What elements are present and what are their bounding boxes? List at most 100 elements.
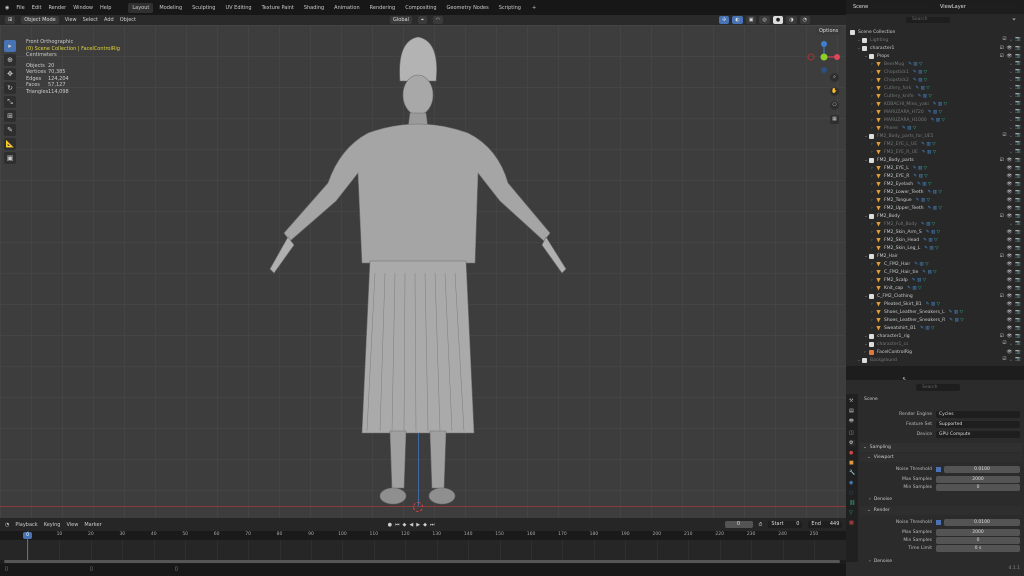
overlay-toggle-icon[interactable]: ◐ — [732, 16, 743, 24]
visibility-eye-icon[interactable]: 👁 — [1007, 318, 1013, 323]
exclude-checkbox[interactable]: ☑ — [1000, 254, 1004, 259]
menu-file[interactable]: File — [16, 5, 24, 11]
outliner-item[interactable]: › Knit_cap ✎ ▥ ▽ 👁 📷 — [846, 284, 1024, 292]
render-camera-icon[interactable]: 📷 — [1015, 54, 1021, 59]
gizmo-neg-z-axis[interactable] — [821, 67, 827, 73]
visibility-eye-icon[interactable]: 👁 — [1007, 270, 1013, 275]
expand-arrow-icon[interactable]: › — [871, 278, 876, 283]
particles-tab-icon[interactable]: ◉ — [849, 480, 855, 486]
playhead[interactable]: 0 — [23, 532, 32, 539]
visibility-eye-icon[interactable]: 👁 — [1007, 206, 1013, 211]
visibility-eye-icon[interactable]: ⌣ — [1009, 149, 1012, 155]
render-camera-icon[interactable]: 📷 — [1015, 310, 1021, 315]
visibility-eye-icon[interactable]: ⌣ — [1009, 85, 1012, 91]
object-tab-icon[interactable]: ■ — [849, 460, 855, 466]
menu-edit[interactable]: Edit — [32, 5, 42, 11]
view-menu[interactable]: View — [65, 17, 77, 23]
proportional-edit-icon[interactable]: ◠ — [432, 16, 444, 24]
visibility-eye-icon[interactable]: 👁 — [1007, 190, 1013, 195]
expand-arrow-icon[interactable]: › — [871, 94, 876, 99]
visibility-eye-icon[interactable]: 👁 — [1007, 174, 1013, 179]
outliner-item[interactable]: ⌄ C_FM2_Clothing ☑ 👁 📷 — [846, 292, 1024, 300]
visibility-eye-icon[interactable]: ⌣ — [1009, 109, 1012, 115]
render-camera-icon[interactable]: 📷 — [1015, 182, 1021, 187]
move-tool-icon[interactable]: ✥ — [4, 68, 16, 80]
render-camera-icon[interactable]: 📷 — [1015, 61, 1021, 67]
output-tab-icon[interactable]: 🖶 — [849, 418, 855, 426]
mode-dropdown[interactable]: Object Mode — [21, 16, 59, 24]
expand-arrow-icon[interactable]: › — [871, 270, 876, 275]
workspace-tab-texture-paint[interactable]: Texture Paint — [258, 3, 298, 13]
outliner-item[interactable]: › FM2_Skin_Head ✎ ▥ ▽ 👁 📷 — [846, 236, 1024, 244]
render-camera-icon[interactable]: 📷 — [1015, 190, 1021, 195]
select-box-tool-icon[interactable]: ▸ — [4, 40, 16, 52]
expand-arrow-icon[interactable]: › — [871, 62, 876, 67]
expand-arrow-icon[interactable]: › — [871, 310, 876, 315]
render-camera-icon[interactable]: 📷 — [1015, 286, 1021, 291]
properties-editor[interactable]: Search ⚒ ▤ 🖶 ◫ ⚙ ● ■ 🔧 ◉ ◌ ⛓ ▽ ▩ Scene R… — [846, 380, 1024, 576]
select-menu[interactable]: Select — [83, 17, 98, 23]
exclude-checkbox[interactable]: ☑ — [1002, 133, 1006, 139]
visibility-eye-icon[interactable]: ⌣ — [1009, 125, 1012, 131]
visibility-eye-icon[interactable]: 👁 — [1007, 238, 1013, 243]
outliner-item[interactable]: ⌄ FM2_Body_parts ☑ 👁 📷 — [846, 156, 1024, 164]
render-camera-icon[interactable]: 📷 — [1015, 109, 1021, 115]
3d-viewport[interactable]: Options ⌕ ✋ ⎔ ▦ — [0, 25, 846, 518]
zoom-icon[interactable]: ⌕ — [830, 73, 839, 82]
render-camera-icon[interactable]: 📷 — [1015, 206, 1021, 211]
workspace-tab-uv-editing[interactable]: UV Editing — [221, 3, 255, 13]
gizmo-neg-x-axis[interactable] — [807, 53, 815, 61]
expand-arrow-icon[interactable]: › — [871, 102, 876, 107]
outliner-item[interactable]: › FM2_Full_Body ✎ ▥ ▽ ⌣ 📷 — [846, 220, 1024, 228]
modifier-tab-icon[interactable]: 🔧 — [849, 470, 855, 476]
visibility-eye-icon[interactable]: ⌣ — [1009, 117, 1012, 123]
render-camera-icon[interactable]: 📷 — [1015, 302, 1021, 307]
perspective-toggle-icon[interactable]: ▦ — [830, 115, 839, 124]
prev-keyframe-icon[interactable]: ◆ — [403, 522, 407, 528]
expand-arrow-icon[interactable]: › — [871, 78, 876, 83]
physics-tab-icon[interactable]: ◌ — [849, 490, 855, 496]
expand-arrow-icon[interactable]: › — [871, 86, 876, 91]
measure-tool-icon[interactable]: 📐 — [4, 138, 16, 150]
expand-arrow-icon[interactable]: › — [871, 150, 876, 155]
sampling-panel-header[interactable]: ⌄ Sampling — [860, 443, 1022, 452]
render-camera-icon[interactable]: 📷 — [1015, 357, 1021, 363]
outliner-item[interactable]: ⌄ FM2_Hair ☑ 👁 📷 — [846, 252, 1024, 260]
outliner-item[interactable]: Scene Collection — [846, 28, 1024, 36]
keying-menu[interactable]: Keying — [44, 522, 61, 528]
expand-arrow-icon[interactable]: › — [871, 262, 876, 267]
visibility-eye-icon[interactable]: ⌣ — [1009, 37, 1012, 43]
render-camera-icon[interactable]: 📷 — [1015, 230, 1021, 235]
render-camera-icon[interactable]: 📷 — [1015, 133, 1021, 139]
filter-icon[interactable]: ⏷ — [1012, 17, 1016, 23]
expand-arrow-icon[interactable]: › — [871, 206, 876, 211]
add-workspace-button[interactable]: + — [532, 5, 536, 11]
expand-arrow-icon[interactable]: › — [871, 318, 876, 323]
render-camera-icon[interactable]: 📷 — [1015, 77, 1021, 83]
material-shading-icon[interactable]: ◑ — [786, 16, 797, 24]
expand-arrow-icon[interactable]: › — [871, 246, 876, 251]
expand-arrow-icon[interactable]: › — [871, 222, 876, 227]
outliner-item[interactable]: › FM2_Scalp ✎ ▥ ▽ 👁 📷 — [846, 276, 1024, 284]
render-max-samples-field[interactable]: 2000 — [936, 528, 1020, 536]
add-menu[interactable]: Add — [104, 17, 114, 23]
render-camera-icon[interactable]: 📷 — [1015, 117, 1021, 123]
outliner-item[interactable]: › KOBACHI_Mino_yaki ✎ ▥ ▽ ⌣ 📷 — [846, 100, 1024, 108]
exclude-checkbox[interactable]: ☑ — [1002, 37, 1006, 43]
exclude-checkbox[interactable]: ☑ — [1000, 334, 1004, 339]
render-camera-icon[interactable]: 📷 — [1015, 37, 1021, 43]
visibility-eye-icon[interactable]: 👁 — [1007, 302, 1013, 307]
expand-arrow-icon[interactable]: › — [871, 238, 876, 243]
snap-icon[interactable]: ⌖ — [417, 16, 427, 24]
exclude-checkbox[interactable]: ☑ — [1000, 46, 1004, 51]
render-camera-icon[interactable]: 📷 — [1015, 350, 1021, 355]
visibility-eye-icon[interactable]: ⌣ — [1009, 341, 1012, 347]
camera-view-icon[interactable]: ⎔ — [830, 101, 839, 110]
expand-arrow-icon[interactable]: › — [871, 198, 876, 203]
outliner-item[interactable]: › FM2_Eyelash ✎ ▥ ▽ 👁 📷 — [846, 180, 1024, 188]
time-limit-field[interactable]: 0 s — [936, 544, 1020, 552]
outliner-search-input[interactable]: Search — [906, 17, 950, 23]
workspace-tab-modeling[interactable]: Modeling — [155, 3, 186, 13]
outliner-item[interactable]: › MARUZARA_H720 ✎ ▥ ▽ ⌣ 📷 — [846, 108, 1024, 116]
options-dropdown[interactable]: Options — [816, 27, 842, 35]
